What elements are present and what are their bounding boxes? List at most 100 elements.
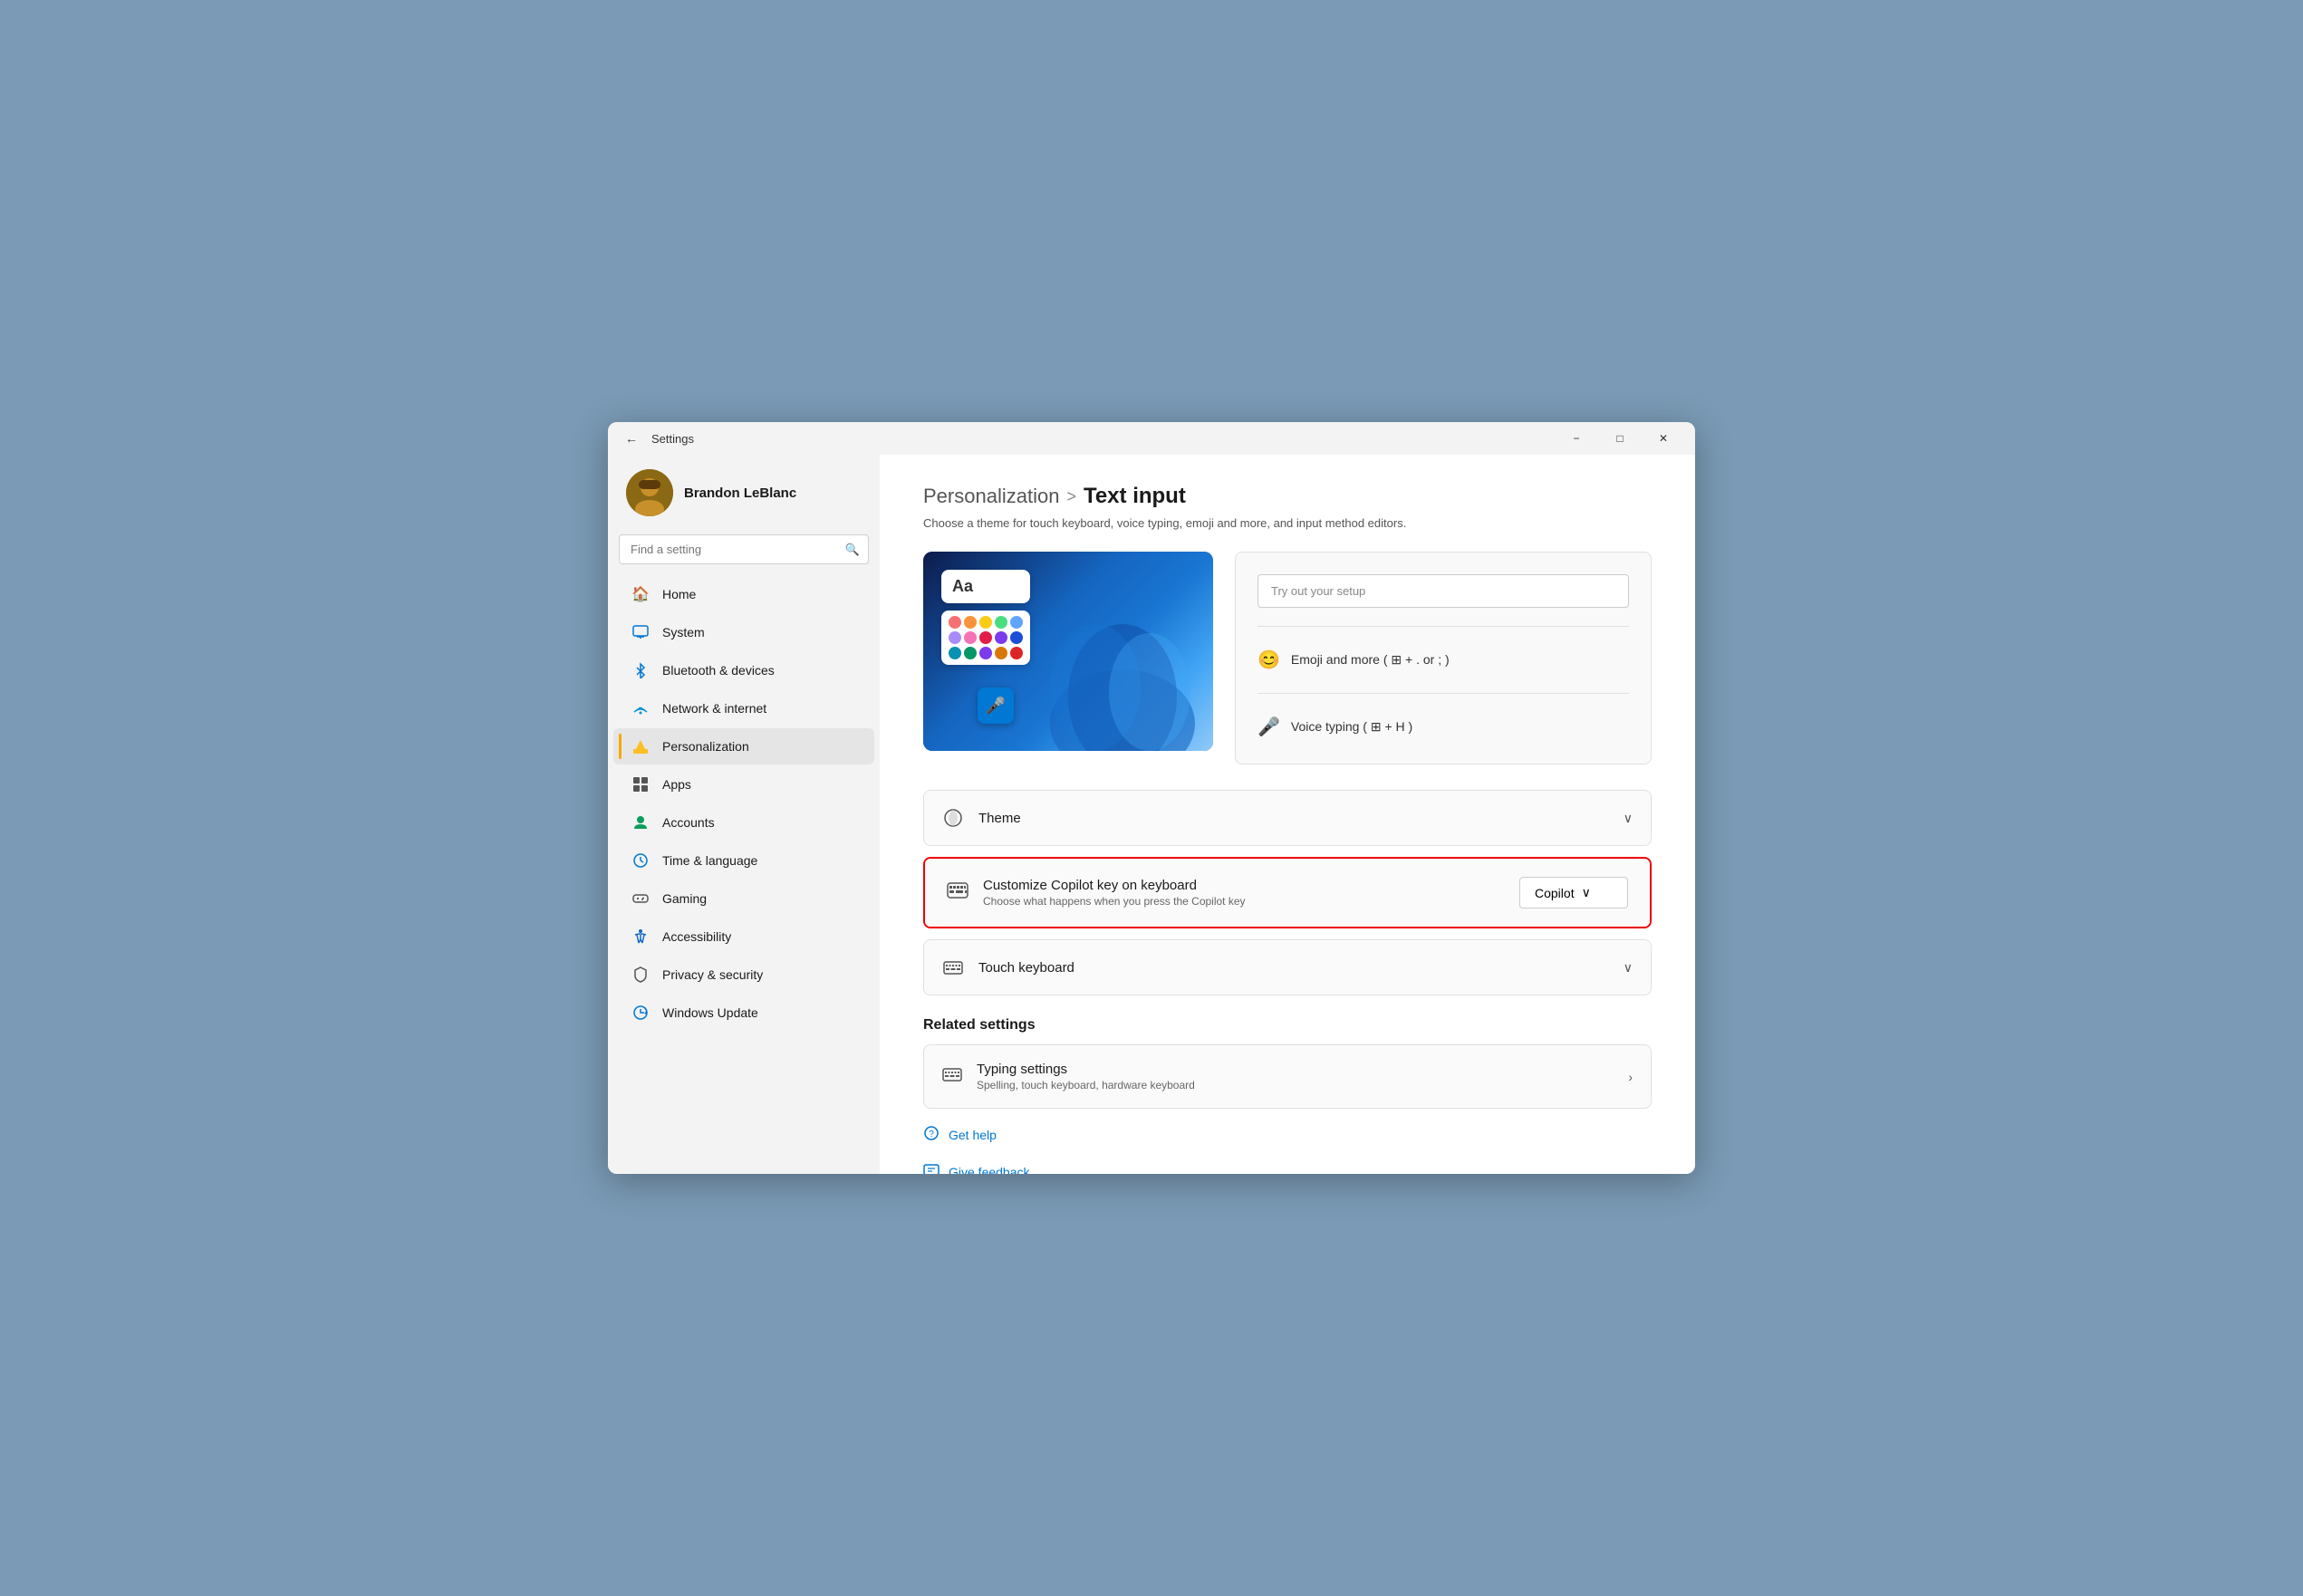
time-icon — [631, 851, 650, 870]
color-dot — [949, 647, 961, 659]
touch-keyboard-header[interactable]: Touch keyboard ∨ — [924, 940, 1651, 995]
theme-section-title: Theme — [978, 811, 1021, 826]
color-dot — [995, 631, 1007, 644]
svg-text:?: ? — [929, 1130, 934, 1139]
get-help-link[interactable]: ? Get help — [923, 1116, 1652, 1153]
touch-keyboard-icon — [942, 957, 964, 978]
sidebar-item-label: Time & language — [662, 853, 757, 868]
feedback-icon — [923, 1162, 940, 1174]
hero-image: Aa — [923, 552, 1213, 751]
search-icon: 🔍 — [845, 543, 860, 557]
breadcrumb: Personalization > Text input — [923, 484, 1652, 509]
sidebar-item-accounts[interactable]: Accounts — [613, 804, 874, 841]
sidebar-item-update[interactable]: Windows Update — [613, 995, 874, 1031]
search-input[interactable] — [619, 534, 869, 564]
avatar-image — [626, 469, 673, 516]
color-dot — [1010, 631, 1023, 644]
color-widget — [941, 611, 1030, 665]
sidebar-item-label: Network & internet — [662, 701, 766, 716]
window-controls: − □ ✕ — [1556, 424, 1684, 453]
color-dot — [1010, 616, 1023, 629]
sidebar: Brandon LeBlanc 🔍 🏠 Home System — [608, 455, 880, 1174]
bluetooth-icon — [631, 661, 650, 679]
sidebar-item-label: Accounts — [662, 815, 715, 830]
privacy-icon — [631, 966, 650, 984]
theme-section-header[interactable]: Theme ∨ — [924, 791, 1651, 845]
sidebar-item-privacy[interactable]: Privacy & security — [613, 957, 874, 993]
theme-section: Theme ∨ — [923, 790, 1652, 846]
typing-settings-text: Typing settings Spelling, touch keyboard… — [977, 1062, 1195, 1091]
close-button[interactable]: ✕ — [1643, 424, 1684, 453]
give-feedback-link[interactable]: Give feedback — [923, 1153, 1652, 1174]
try-setup-input[interactable]: Try out your setup — [1257, 574, 1629, 608]
user-name: Brandon LeBlanc — [684, 486, 796, 501]
touch-keyboard-title: Touch keyboard — [978, 960, 1074, 976]
settings-window: ← Settings − □ ✕ — [608, 422, 1695, 1174]
copilot-title: Customize Copilot key on keyboard — [983, 878, 1246, 893]
sidebar-item-label: Personalization — [662, 739, 749, 754]
sidebar-item-personalization[interactable]: Personalization — [613, 728, 874, 764]
sidebar-item-label: Accessibility — [662, 929, 731, 944]
emoji-shortcut: 😊 Emoji and more ( ⊞ + . or ; ) — [1257, 645, 1629, 675]
copilot-dropdown[interactable]: Copilot ∨ — [1519, 877, 1628, 909]
system-icon — [631, 623, 650, 641]
color-dot — [949, 631, 961, 644]
home-icon: 🏠 — [631, 585, 650, 603]
mic-widget: 🎤 — [978, 687, 1014, 724]
copilot-dropdown-value: Copilot — [1535, 886, 1575, 900]
gaming-icon — [631, 889, 650, 908]
breadcrumb-parent[interactable]: Personalization — [923, 485, 1059, 508]
back-icon: ← — [625, 431, 638, 446]
shortcut-divider2 — [1257, 693, 1629, 694]
sidebar-item-apps[interactable]: Apps — [613, 766, 874, 803]
page-description: Choose a theme for touch keyboard, voice… — [923, 516, 1652, 530]
breadcrumb-current: Text input — [1084, 484, 1186, 509]
titlebar: ← Settings − □ ✕ — [608, 422, 1695, 455]
touch-keyboard-section: Touch keyboard ∨ — [923, 939, 1652, 995]
keyboard-widget: Aa — [941, 570, 1030, 603]
color-dot — [964, 647, 977, 659]
touch-keyboard-chevron-icon: ∨ — [1624, 960, 1633, 976]
sidebar-item-label: Gaming — [662, 891, 707, 906]
sidebar-item-gaming[interactable]: Gaming — [613, 880, 874, 917]
sidebar-item-label: System — [662, 625, 705, 639]
theme-chevron-icon: ∨ — [1624, 811, 1633, 826]
sidebar-item-home[interactable]: 🏠 Home — [613, 576, 874, 612]
color-dot — [964, 616, 977, 629]
windows-flower-decoration — [1032, 606, 1213, 751]
color-dot — [964, 631, 977, 644]
sidebar-item-label: Windows Update — [662, 1005, 758, 1020]
voice-shortcut: 🎤 Voice typing ( ⊞ + H ) — [1257, 712, 1629, 742]
search-box: 🔍 — [619, 534, 869, 564]
color-dot — [995, 647, 1007, 659]
sidebar-item-network[interactable]: Network & internet — [613, 690, 874, 726]
theme-icon — [942, 807, 964, 829]
hero-widgets: Aa — [941, 570, 1030, 665]
copilot-description: Choose what happens when you press the C… — [983, 895, 1246, 908]
typing-settings-title: Typing settings — [977, 1062, 1195, 1077]
color-dot — [979, 647, 992, 659]
copilot-row: Customize Copilot key on keyboard Choose… — [925, 859, 1650, 927]
sidebar-item-accessibility[interactable]: Accessibility — [613, 918, 874, 955]
update-icon — [631, 1004, 650, 1022]
help-circle-icon: ? — [923, 1125, 940, 1144]
typing-settings-chevron-icon: › — [1628, 1070, 1633, 1084]
minimize-button[interactable]: − — [1556, 424, 1597, 453]
mic-icon: 🎤 — [1257, 716, 1280, 738]
sidebar-item-label: Apps — [662, 777, 691, 792]
personalization-icon — [631, 737, 650, 755]
sidebar-item-bluetooth[interactable]: Bluetooth & devices — [613, 652, 874, 688]
sidebar-item-time[interactable]: Time & language — [613, 842, 874, 879]
maximize-button[interactable]: □ — [1599, 424, 1641, 453]
hero-section: Aa — [923, 552, 1652, 764]
back-button[interactable]: ← — [619, 426, 644, 451]
related-settings-header: Related settings — [923, 1017, 1652, 1034]
content-area: Brandon LeBlanc 🔍 🏠 Home System — [608, 455, 1695, 1174]
sidebar-item-system[interactable]: System — [613, 614, 874, 650]
copilot-keyboard-icon — [947, 880, 968, 907]
copilot-text: Customize Copilot key on keyboard Choose… — [983, 878, 1246, 908]
typing-settings-row[interactable]: Typing settings Spelling, touch keyboard… — [923, 1044, 1652, 1109]
shortcut-divider — [1257, 626, 1629, 627]
emoji-icon: 😊 — [1257, 649, 1280, 671]
get-help-label: Get help — [949, 1128, 997, 1142]
